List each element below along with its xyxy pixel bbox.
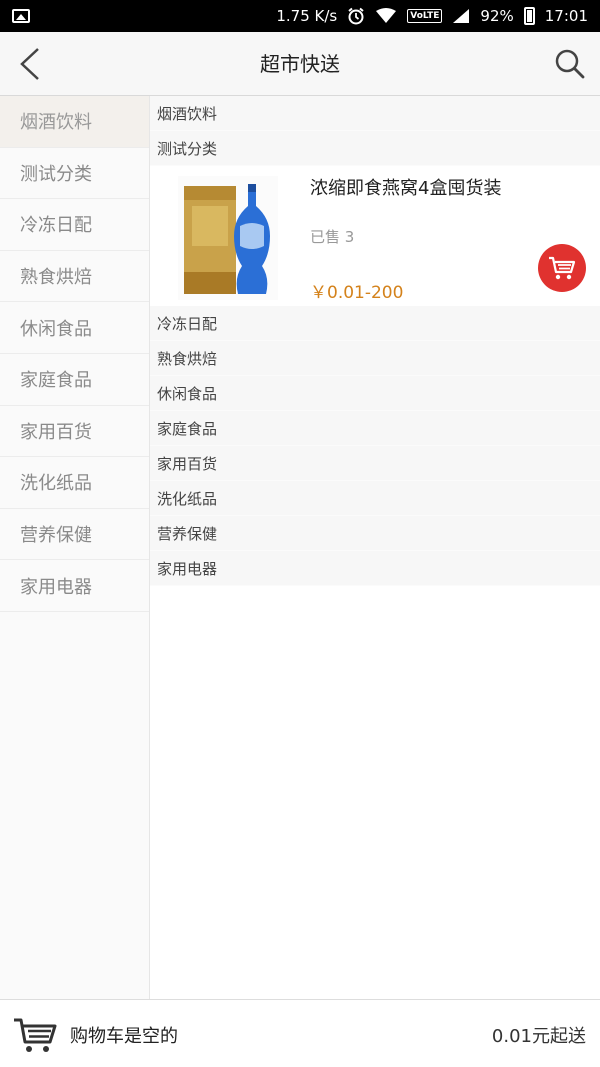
sidebar-item-household-goods[interactable]: 家用百货	[0, 406, 149, 458]
section-header: 测试分类	[150, 131, 600, 166]
section-header: 休闲食品	[150, 376, 600, 411]
category-sidebar: 烟酒饮料 测试分类 冷冻日配 熟食烘焙 休闲食品 家庭食品 家用百货 洗化纸品 …	[0, 96, 150, 999]
section-header: 洗化纸品	[150, 481, 600, 516]
cart-bar: 购物车是空的 0.01元起送	[0, 999, 600, 1067]
network-speed: 1.75 K/s	[276, 7, 338, 25]
sidebar-item-tobacco-drinks[interactable]: 烟酒饮料	[0, 96, 149, 148]
page-title: 超市快送	[260, 52, 340, 76]
search-icon	[555, 49, 585, 79]
signal-icon	[453, 9, 470, 23]
section-header: 冷冻日配	[150, 306, 600, 341]
section-header: 家庭食品	[150, 411, 600, 446]
image-notification-icon	[12, 9, 30, 23]
battery-icon	[523, 7, 535, 25]
sidebar-item-health[interactable]: 营养保健	[0, 509, 149, 561]
section-header: 家用电器	[150, 551, 600, 586]
product-image	[178, 176, 278, 300]
sidebar-item-appliances[interactable]: 家用电器	[0, 560, 149, 612]
clock: 17:01	[544, 7, 588, 25]
cart-status: 购物车是空的	[70, 1026, 178, 1047]
sidebar-item-snacks[interactable]: 休闲食品	[0, 302, 149, 354]
search-button[interactable]	[552, 46, 588, 82]
section-header: 熟食烘焙	[150, 341, 600, 376]
product-price: ￥0.01-200	[310, 283, 404, 303]
battery-level: 92%	[480, 7, 514, 25]
volte-badge: VoLTE	[407, 9, 443, 23]
section-header: 营养保健	[150, 516, 600, 551]
sidebar-item-deli-bakery[interactable]: 熟食烘焙	[0, 251, 149, 303]
alarm-icon	[348, 7, 364, 25]
product-list: 烟酒饮料 测试分类 浓缩即食燕窝4盒囤货装 已售 3 ￥0.01-200 冷冻日…	[150, 96, 600, 999]
minimum-order: 0.01元起送	[491, 1026, 586, 1047]
shopping-cart-icon	[14, 1018, 57, 1052]
app-header: 超市快送	[0, 32, 600, 96]
sidebar-item-household-food[interactable]: 家庭食品	[0, 354, 149, 406]
status-bar: 1.75 K/s VoLTE 92% 17:01	[0, 0, 600, 32]
sidebar-item-test-category[interactable]: 测试分类	[0, 148, 149, 200]
sidebar-item-frozen[interactable]: 冷冻日配	[0, 199, 149, 251]
product-card[interactable]: 浓缩即食燕窝4盒囤货装 已售 3 ￥0.01-200	[150, 166, 600, 306]
cart-button[interactable]	[12, 1016, 58, 1054]
section-header: 家用百货	[150, 446, 600, 481]
product-sold-count: 已售 3	[310, 228, 355, 246]
section-header: 烟酒饮料	[150, 96, 600, 131]
sidebar-item-toiletries-paper[interactable]: 洗化纸品	[0, 457, 149, 509]
add-to-cart-button[interactable]	[538, 244, 586, 292]
cart-icon	[549, 256, 576, 280]
wifi-icon	[376, 8, 397, 23]
product-name[interactable]: 浓缩即食燕窝4盒囤货装	[310, 174, 501, 200]
